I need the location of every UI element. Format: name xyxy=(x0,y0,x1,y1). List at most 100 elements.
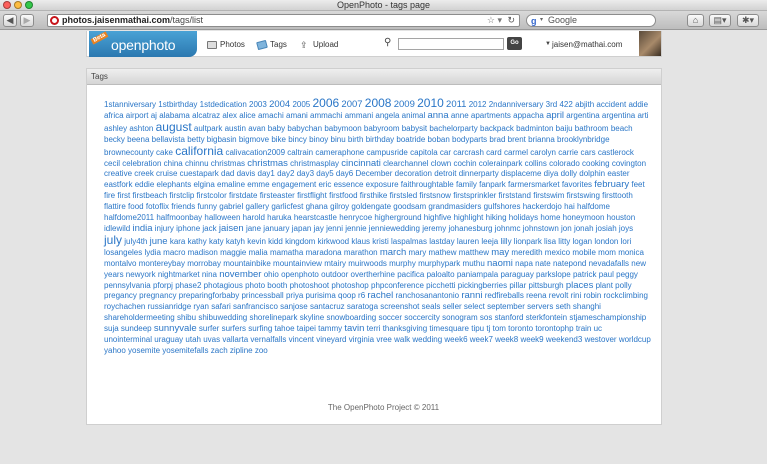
tag-link[interactable]: pforpj xyxy=(153,281,173,290)
tag-link[interactable]: katyh xyxy=(226,237,245,246)
tag-link[interactable]: hai xyxy=(564,202,575,211)
tag-link[interactable]: harold xyxy=(243,213,265,222)
tag-link[interactable]: gallery xyxy=(246,202,270,211)
tag-link[interactable]: cars xyxy=(581,148,596,157)
tag-link[interactable]: dad xyxy=(221,169,234,178)
tag-link[interactable]: nate xyxy=(535,259,551,268)
tag-link[interactable]: rini xyxy=(571,291,582,300)
tag-link[interactable]: terri xyxy=(367,324,381,333)
tag-link[interactable]: firsttooth xyxy=(602,191,633,200)
tag-link[interactable]: kingdom xyxy=(285,237,315,246)
tag-link[interactable]: seller xyxy=(443,302,462,311)
tag-link[interactable]: surfer xyxy=(199,324,219,333)
tag-link[interactable]: thanksgiving xyxy=(383,324,427,333)
tag-link[interactable]: gulfshores xyxy=(484,202,521,211)
tag-link[interactable]: firstfood xyxy=(329,191,357,200)
tag-link[interactable]: becky xyxy=(104,135,125,144)
tag-link[interactable]: week6 xyxy=(444,335,467,344)
tag-link[interactable]: holidays xyxy=(509,213,538,222)
tag-link[interactable]: february xyxy=(594,179,629,190)
tag-link[interactable]: jaisen xyxy=(219,223,244,234)
tag-link[interactable]: brooklynbridge xyxy=(557,135,609,144)
tag-link[interactable]: exposure xyxy=(366,180,399,189)
tag-link[interactable]: ammani xyxy=(345,111,373,120)
tag-link[interactable]: ohio xyxy=(264,270,279,279)
tag-link[interactable]: garlicfest xyxy=(271,202,303,211)
tag-link[interactable]: 2005 xyxy=(292,100,310,109)
tag-link[interactable]: toronto xyxy=(508,324,533,333)
tag-link[interactable]: amachi xyxy=(258,111,284,120)
tag-link[interactable]: surfing xyxy=(248,324,272,333)
tag-link[interactable]: day2 xyxy=(277,169,294,178)
tag-link[interactable]: seth xyxy=(556,302,571,311)
tag-link[interactable]: russianridge xyxy=(148,302,192,311)
tag-link[interactable]: 2008 xyxy=(365,96,392,110)
tag-link[interactable]: castlerock xyxy=(598,148,634,157)
tag-link[interactable]: princessball xyxy=(241,291,283,300)
tag-link[interactable]: cruise xyxy=(156,169,177,178)
tag-link[interactable]: april xyxy=(546,110,564,121)
tag-link[interactable]: bathroom xyxy=(575,124,609,133)
tag-link[interactable]: emme xyxy=(247,180,269,189)
tag-link[interactable]: paul xyxy=(599,270,614,279)
tag-link[interactable]: chinnu xyxy=(185,159,209,168)
tag-link[interactable]: yosemite xyxy=(128,346,160,355)
tag-link[interactable]: binu xyxy=(331,135,346,144)
tag-link[interactable]: maggie xyxy=(220,248,246,257)
tag-link[interactable]: cincinnati xyxy=(341,158,381,169)
tag-link[interactable]: davis xyxy=(237,169,256,178)
tag-link[interactable]: muirwoods xyxy=(348,259,387,268)
tag-link[interactable]: jenniewedding xyxy=(369,224,420,233)
tag-link[interactable]: macro xyxy=(163,248,185,257)
tag-link[interactable]: covington xyxy=(612,159,646,168)
tag-link[interactable]: faithroughtable xyxy=(401,180,454,189)
tag-link[interactable]: diya xyxy=(544,169,559,178)
tag-link[interactable]: polly xyxy=(615,281,631,290)
tag-link[interactable]: eddie xyxy=(135,180,155,189)
tag-link[interactable]: kevin xyxy=(247,237,266,246)
tag-link[interactable]: argentina xyxy=(566,111,599,120)
tag-link[interactable]: babyroom xyxy=(364,124,400,133)
tag-link[interactable]: laspalmas xyxy=(391,237,427,246)
tag-link[interactable]: hiking xyxy=(486,213,507,222)
tag-link[interactable]: lilly xyxy=(500,237,511,246)
tag-link[interactable]: argentina xyxy=(602,111,635,120)
tag-link[interactable]: betty xyxy=(187,135,204,144)
search-go-button[interactable]: Go xyxy=(507,37,522,50)
tag-link[interactable]: rockclimbing xyxy=(604,291,648,300)
tag-link[interactable]: vineyard xyxy=(316,335,346,344)
tag-link[interactable]: soccercity xyxy=(404,313,440,322)
tag-link[interactable]: tavin xyxy=(344,323,364,334)
tag-link[interactable]: lauren xyxy=(457,237,479,246)
tag-link[interactable]: mamatha xyxy=(270,248,303,257)
tag-link[interactable]: uraguay xyxy=(154,335,183,344)
tag-link[interactable]: firstsprinkler xyxy=(453,191,496,200)
browser-search-field[interactable]: g ▾ Google xyxy=(526,14,656,27)
tag-link[interactable]: nightmarket xyxy=(158,270,200,279)
tag-link[interactable]: jane xyxy=(246,224,261,233)
tag-link[interactable]: shibuwedding xyxy=(198,313,247,322)
tag-link[interactable]: shanghi xyxy=(573,302,601,311)
tag-link[interactable]: calivacation2009 xyxy=(225,148,285,157)
tag-link[interactable]: gilroy xyxy=(330,202,349,211)
tag-link[interactable]: overtherhine xyxy=(351,270,395,279)
tag-link[interactable]: campusride xyxy=(366,148,407,157)
tag-link[interactable]: baby xyxy=(268,124,285,133)
tag-link[interactable]: malia xyxy=(249,248,268,257)
tag-link[interactable]: engagement xyxy=(272,180,316,189)
tag-link[interactable]: idlewild xyxy=(104,224,130,233)
tag-link[interactable]: henrycoe xyxy=(339,213,372,222)
tag-link[interactable]: picchetti xyxy=(426,281,455,290)
tag-link[interactable]: mountainbike xyxy=(223,259,271,268)
tag-link[interactable]: week7 xyxy=(470,335,493,344)
nav-upload[interactable]: ⇪ Upload xyxy=(300,40,338,49)
tag-link[interactable]: colorado xyxy=(549,159,580,168)
tag-link[interactable]: wedding xyxy=(412,335,442,344)
tag-link[interactable]: places xyxy=(566,280,593,291)
tag-link[interactable]: 2004 xyxy=(269,99,290,110)
zoom-window-button[interactable] xyxy=(25,1,33,9)
tag-link[interactable]: binoy xyxy=(309,135,328,144)
tag-link[interactable]: safari xyxy=(211,302,231,311)
tag-link[interactable]: stjameschampionship xyxy=(569,313,646,322)
tag-link[interactable]: joys xyxy=(619,224,633,233)
